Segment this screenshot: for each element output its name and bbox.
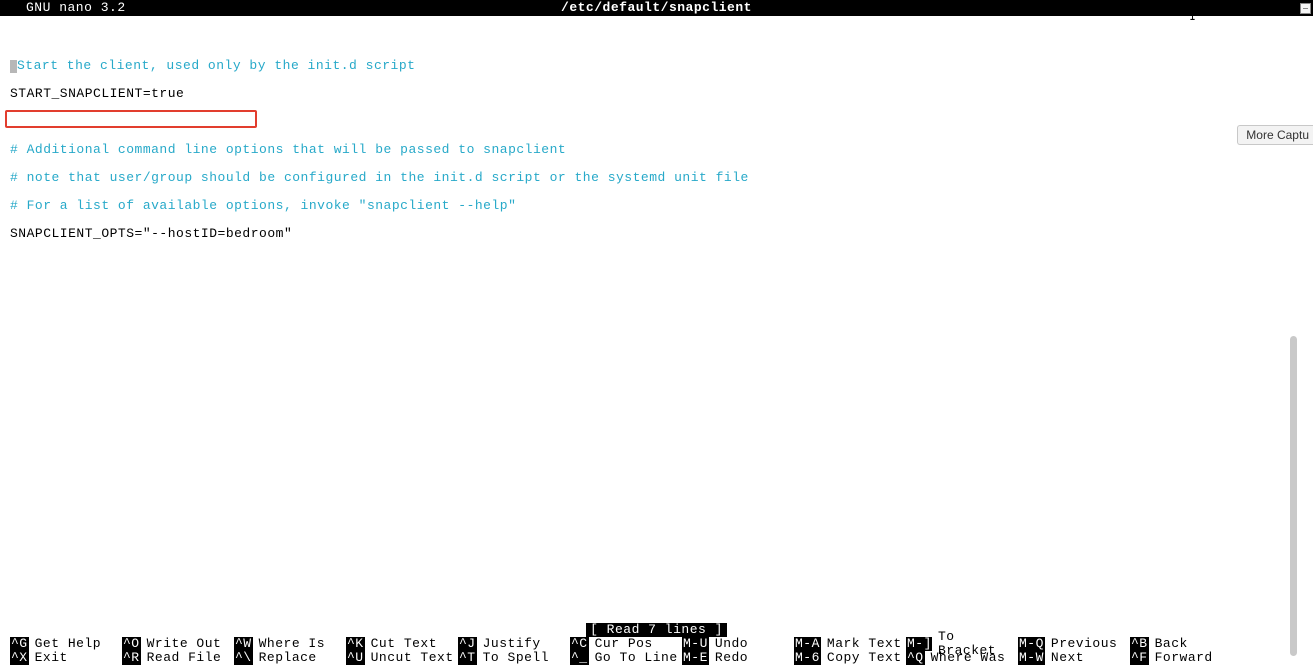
shortcut-item[interactable]: ^O Write Out — [122, 637, 234, 651]
text-cursor-icon: I — [1190, 10, 1197, 24]
shortcut-key: M-] — [906, 637, 932, 651]
shortcut-key: ^T — [458, 651, 477, 665]
shortcut-key: ^U — [346, 651, 365, 665]
shortcut-item[interactable]: M-E Redo — [682, 651, 794, 665]
shortcut-item[interactable]: ^T To Spell — [458, 651, 570, 665]
shortcut-label: Uncut Text — [371, 651, 454, 665]
shortcut-label: To Spell — [483, 651, 549, 665]
shortcut-item[interactable]: ^X Exit — [10, 651, 122, 665]
shortcut-item[interactable]: ^B Back — [1130, 637, 1242, 651]
shortcut-label: Next — [1051, 651, 1084, 665]
shortcut-key: M-E — [682, 651, 709, 665]
scrollbar-thumb[interactable] — [1290, 336, 1297, 656]
shortcut-key: ^X — [10, 651, 29, 665]
status-line: [ Read 7 lines ] — [0, 623, 1313, 637]
shortcut-item[interactable]: ^G Get Help — [10, 637, 122, 651]
shortcut-label: Forward — [1155, 651, 1213, 665]
shortcut-key: ^\ — [234, 651, 253, 665]
shortcut-label: Cur Pos — [595, 637, 653, 651]
shortcut-label: Read File — [147, 651, 222, 665]
editor-line: # Additional command line options that w… — [10, 143, 1303, 157]
shortcut-label: Back — [1155, 637, 1188, 651]
shortcut-key: ^O — [122, 637, 141, 651]
editor-line: # For a list of available options, invok… — [10, 199, 1303, 213]
shortcut-label: Go To Line — [595, 651, 678, 665]
shortcut-item[interactable]: ^J Justify — [458, 637, 570, 651]
shortcut-key: M-A — [794, 637, 821, 651]
shortcut-item[interactable]: ^C Cur Pos — [570, 637, 682, 651]
shortcut-label: Where Is — [259, 637, 325, 651]
status-message: [ Read 7 lines ] — [586, 623, 727, 637]
shortcut-label: Where Was — [931, 651, 1006, 665]
shortcut-label: Previous — [1051, 637, 1117, 651]
scrollbar-track[interactable] — [1289, 16, 1297, 665]
shortcut-item[interactable]: ^R Read File — [122, 651, 234, 665]
shortcut-key: ^_ — [570, 651, 589, 665]
shortcut-label: Replace — [259, 651, 317, 665]
shortcut-item[interactable]: M-]To Bracket — [906, 637, 1018, 651]
shortcut-label: Mark Text — [827, 637, 902, 651]
shortcut-item[interactable]: M-Q Previous — [1018, 637, 1130, 651]
app-name: GNU nano 3.2 — [26, 1, 126, 15]
shortcut-item[interactable]: ^W Where Is — [234, 637, 346, 651]
shortcut-key: ^R — [122, 651, 141, 665]
shortcut-key: ^J — [458, 637, 477, 651]
editor-line: Start the client, used only by the init.… — [10, 59, 1303, 73]
blank-line — [10, 31, 1303, 45]
shortcut-item[interactable]: ^U Uncut Text — [346, 651, 458, 665]
shortcut-row-2: ^X Exit ^R Read File ^\ Replace ^U Uncut Text ^T… — [10, 651, 1303, 665]
shortcut-label: Exit — [35, 651, 68, 665]
shortcut-item[interactable]: ^\ Replace — [234, 651, 346, 665]
cursor — [10, 60, 17, 73]
more-capture-button[interactable]: More Captu — [1237, 125, 1313, 145]
shortcut-key: ^B — [1130, 637, 1149, 651]
shortcut-key: ^W — [234, 637, 253, 651]
shortcut-key: M-Q — [1018, 637, 1045, 651]
shortcut-key: M-6 — [794, 651, 821, 665]
shortcut-label: Redo — [715, 651, 748, 665]
shortcut-item[interactable]: ^F Forward — [1130, 651, 1242, 665]
shortcut-key: ^Q — [906, 651, 925, 665]
shortcut-label: Justify — [483, 637, 541, 651]
shortcut-key: ^C — [570, 637, 589, 651]
editor-titlebar: GNU nano 3.2 /etc/default/snapclient — [0, 0, 1313, 16]
shortcut-item[interactable]: ^Q Where Was — [906, 651, 1018, 665]
shortcut-item[interactable]: M-A Mark Text — [794, 637, 906, 651]
comment-text: Start the client, used only by the init.… — [17, 58, 415, 73]
shortcut-item[interactable]: M-U Undo — [682, 637, 794, 651]
shortcut-label: Undo — [715, 637, 748, 651]
editor-line: START_SNAPCLIENT=true — [10, 87, 1303, 101]
editor-line: # note that user/group should be configu… — [10, 171, 1303, 185]
window-control-icon[interactable] — [1300, 3, 1311, 14]
shortcut-row-1: ^G Get Help ^O Write Out ^W Where Is ^K Cut Tex… — [10, 637, 1303, 651]
shortcut-label: Write Out — [147, 637, 222, 651]
shortcut-key: M-W — [1018, 651, 1045, 665]
shortcut-key: ^K — [346, 637, 365, 651]
shortcut-item[interactable]: M-W Next — [1018, 651, 1130, 665]
shortcut-key: ^G — [10, 637, 29, 651]
shortcut-key: ^F — [1130, 651, 1149, 665]
shortcut-item[interactable]: M-6 Copy Text — [794, 651, 906, 665]
blank-line — [10, 115, 1303, 129]
editor-line-highlighted: SNAPCLIENT_OPTS="--hostID=bedroom" — [10, 227, 1303, 241]
file-path: /etc/default/snapclient — [561, 1, 752, 15]
shortcut-bar: ^G Get Help ^O Write Out ^W Where Is ^K Cut Tex… — [10, 637, 1303, 665]
shortcut-label: Cut Text — [371, 637, 437, 651]
editor-content[interactable]: Start the client, used only by the init.… — [0, 16, 1313, 256]
shortcut-item[interactable]: ^_ Go To Line — [570, 651, 682, 665]
shortcut-key: M-U — [682, 637, 709, 651]
shortcut-label: Copy Text — [827, 651, 902, 665]
shortcut-label: Get Help — [35, 637, 101, 651]
shortcut-item[interactable]: ^K Cut Text — [346, 637, 458, 651]
